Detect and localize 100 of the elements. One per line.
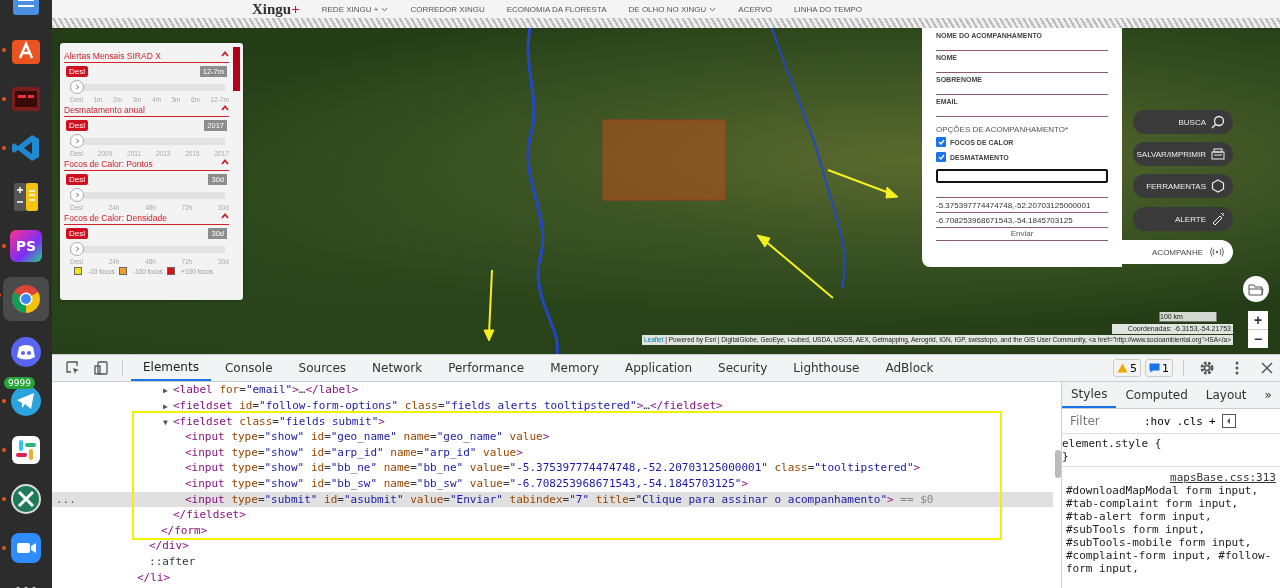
follow-button[interactable]: ACOMPANHE [1122,240,1233,264]
sidebar-toggle-icon[interactable] [1221,414,1236,429]
slack-app-icon[interactable] [10,434,42,466]
styles-tab[interactable]: Computed [1116,382,1197,409]
off-button[interactable]: Desl [66,66,88,77]
add-rule-button[interactable]: + [1209,414,1216,428]
slider-thumb[interactable] [70,80,84,94]
slider-track[interactable] [70,188,225,202]
checkbox[interactable] [936,137,946,147]
warnings-counter[interactable]: 5 [1113,359,1141,378]
hover-toggle[interactable]: :hov [1144,414,1171,428]
dom-node-line[interactable]: </fieldset> [52,507,1053,523]
devtools-tab[interactable]: Application [613,355,705,382]
scrollbar[interactable] [233,47,240,91]
layer-title[interactable]: Focos de Calor: Densidade [64,211,229,225]
nav-link[interactable]: REDE XINGU + [321,4,389,14]
caret-icon[interactable] [221,159,229,165]
scrollbar[interactable] [1055,450,1061,479]
search-icon [1211,115,1225,129]
slider-thumb[interactable] [70,188,84,202]
layer-title[interactable]: Focos de Calor: Pontos [64,157,229,171]
dom-node-line[interactable]: <input type="show" id="geo_name" name="geo_name" value> [52,429,1053,445]
spray-can-icon [1211,212,1225,226]
devtools-tab[interactable]: Performance [436,355,537,382]
layer-title[interactable]: Desmatamento anual [64,103,229,117]
ide-app-icon[interactable]: PS [10,230,42,262]
broadcast-icon [1209,247,1225,257]
message-icon [1149,363,1160,374]
stylesheet-link[interactable]: mapsBase.css:313 [1164,471,1276,485]
chat-app-icon[interactable] [10,336,42,368]
style-rule-line: element.style { [1062,437,1163,451]
site-logo[interactable]: Xingu+ [252,0,300,18]
video-call-app-icon[interactable] [10,532,42,564]
dom-node-line[interactable]: ▼ <fieldset class="fields submit"> [52,413,1053,430]
devtools-tab[interactable]: Elements [131,355,211,382]
caret-icon[interactable] [381,6,389,12]
devtools-tab[interactable]: Console [212,355,285,382]
checkbox[interactable] [936,152,946,162]
dom-node-line[interactable]: <input type="show" id="bb_ne" name="bb_ne" value="-5.375397774474748,-52.20703125000001" class="tooltipstered"> [52,460,1053,476]
nav-link[interactable]: ECONOMIA DA FLORESTA [506,4,607,14]
devtools-tab[interactable]: Security [706,355,780,382]
caret-icon[interactable] [221,51,229,57]
slider-track[interactable] [70,242,225,256]
messages-counter[interactable]: 1 [1145,359,1173,378]
class-toggle[interactable]: .cls [1176,414,1203,428]
cross-arrows-app-icon[interactable] [10,483,42,515]
dom-node-line[interactable]: ::after [52,553,1053,570]
chrome-browser-icon[interactable] [10,283,42,315]
zoom-in-button[interactable]: + [1248,311,1268,330]
hexagon-icon [1211,179,1225,193]
map-menu-button[interactable]: FERRAMENTAS [1133,174,1233,198]
annotation-arrow [827,169,899,199]
caret-icon[interactable] [221,213,229,219]
satellite-map[interactable] [52,28,1280,355]
printer-icon [1211,148,1225,160]
slider-thumb[interactable] [70,134,84,148]
styles-tab[interactable]: Styles [1062,382,1117,409]
text-input[interactable] [936,169,1108,183]
dom-node-line[interactable]: </div> [52,538,1053,554]
dom-node-line[interactable]: <input type="show" id="bb_sw" name="bb_sw" value="-6.708253968671543,-54.1845703125"> [52,475,1053,492]
dom-node-line[interactable]: <input type="show" id="arp_id" name="arp_id" value> [52,444,1053,461]
warning-icon [1117,363,1128,374]
text-input[interactable]: -5.375397774474748,-52.20703125000001 [936,200,1108,213]
slider-thumb[interactable] [70,242,84,256]
devtools-tab[interactable]: Lighthouse [781,355,872,382]
nav-link[interactable]: DE OLHO NO XINGU [628,4,717,14]
more-tabs-button[interactable]: » [1255,382,1280,409]
caret-icon[interactable] [221,105,229,111]
rule-selector: #downloadMapModal form input, #tab-complaint form input, #tab-alert form input, #subTools form input, #subTools-mobile form input, #complaint-form input, #follow-form input, [1066,484,1272,576]
map-menu-button[interactable]: BUSCA [1133,110,1233,134]
nav-link[interactable]: ACERVO [738,4,772,14]
options-label: OPÇÕES DE ACOMPANHAMENTO* [936,125,1070,134]
notification-badge: 9999 [4,377,35,389]
devtools-tab[interactable]: Sources [286,355,359,382]
devtools-tab[interactable]: Memory [538,355,611,382]
nav-link[interactable]: LINHA DO TEMPO [794,4,862,14]
messenger-app-icon[interactable] [10,385,42,417]
slider-track[interactable] [70,134,225,148]
devtools-tab[interactable]: Network [360,355,435,382]
styles-tab[interactable]: Layout [1196,382,1256,409]
layer-title[interactable]: Alertas Mensais SIRAD X [64,49,229,63]
folder-button[interactable] [1243,276,1269,302]
dom-node-line[interactable]: </li> [52,569,1053,586]
off-button[interactable]: Desl [66,228,88,239]
zoom-out-button[interactable]: − [1248,330,1268,348]
devtools-tab[interactable]: AdBlock [873,355,946,382]
map-menu-button[interactable]: ALERTE [1133,207,1233,231]
off-button[interactable]: Desl [66,120,88,131]
style-rule-line: } [1062,450,1070,464]
dom-node-line[interactable]: ▶ <label for="email">…</label> [52,382,1053,398]
submit-button[interactable]: Enviar [936,228,1108,241]
caret-icon[interactable] [709,6,717,12]
dom-node-line[interactable]: ▶ <fieldset id="follow-form-options" class="fields alerts tooltipstered">…</fieldset> [52,398,1053,414]
nav-link[interactable]: CORREDOR XINGU [410,4,485,14]
off-button[interactable]: Desl [66,174,88,185]
dom-node-line[interactable]: </form> [52,522,1053,539]
map-menu-button[interactable]: SALVAR/IMPRIMIR [1133,142,1233,166]
folder-icon [1248,282,1264,296]
slider-track[interactable] [70,80,225,94]
code-editor-icon[interactable] [10,132,42,164]
